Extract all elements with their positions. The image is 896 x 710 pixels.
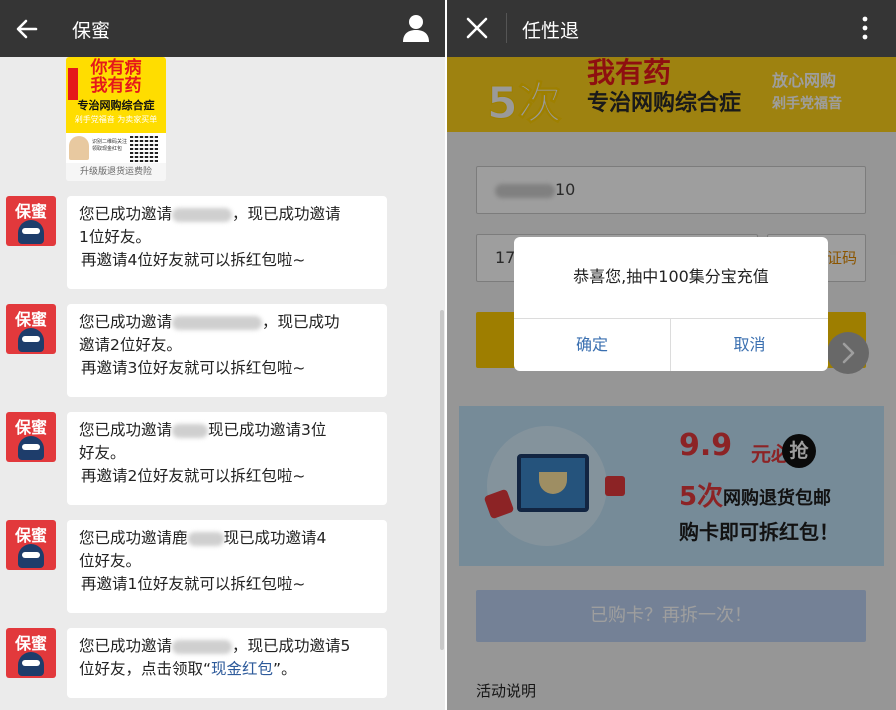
message-text: 您已成功邀请	[79, 637, 173, 655]
message-bubble[interactable]: 您已成功邀请 ，现已成功 邀请2位好友。 再邀请3位好友就可以拆红包啦~	[67, 304, 387, 397]
avatar[interactable]: 保蜜	[6, 412, 56, 462]
chat-title: 保蜜	[72, 20, 111, 42]
avatar-label: 保蜜	[14, 634, 47, 653]
redacted-name	[172, 315, 263, 330]
message-text: 邀请2位好友。	[79, 336, 182, 354]
poster-tagline: 剁手党福音 为卖家买单	[74, 115, 158, 124]
avatar-label: 保蜜	[14, 526, 47, 545]
avatar[interactable]: 保蜜	[6, 304, 56, 354]
poster-child-photo	[69, 136, 89, 160]
avatar-eyes	[22, 552, 40, 558]
message-text: 您已成功邀请	[79, 421, 173, 439]
avatar-eyes	[22, 228, 40, 234]
person-icon[interactable]	[400, 12, 432, 44]
poster-headline-line1: 你有病	[90, 58, 142, 78]
avatar-label: 保蜜	[14, 202, 47, 221]
message-text: 1位好友。	[79, 228, 151, 246]
qr-code-pattern	[130, 134, 158, 162]
avatar-label: 保蜜	[14, 310, 47, 329]
close-icon[interactable]	[463, 14, 491, 42]
redacted-name	[187, 531, 224, 546]
poster-qr-caption: 识别二维码关注 领取现金红包	[92, 139, 128, 152]
message-text: 再邀请3位好友就可以拆红包啦~	[81, 359, 306, 377]
topbar-separator	[506, 13, 507, 43]
message-text: 位好友。	[79, 552, 142, 570]
dialog-message: 恭喜您,抽中100集分宝充值	[573, 267, 769, 286]
redacted-name	[172, 207, 233, 222]
avatar-eyes	[22, 336, 40, 342]
message-text: 现已成功邀请4	[223, 529, 327, 547]
message-bubble[interactable]: 您已成功邀请鹿 现已成功邀请4 位好友。 再邀请1位好友就可以拆红包啦~	[67, 520, 387, 613]
message-text: 您已成功邀请	[79, 205, 173, 223]
chat-topbar: 保蜜	[0, 0, 445, 57]
avatar-eyes	[22, 660, 40, 666]
page-topbar: 任性退	[447, 0, 896, 57]
poster-headline-line2: 我有药	[90, 76, 142, 96]
more-vertical-icon[interactable]	[859, 14, 871, 42]
avatar[interactable]: 保蜜	[6, 196, 56, 246]
message-text: 您已成功邀请鹿	[79, 529, 188, 547]
message-text: 位好友，点击领取“	[79, 660, 212, 678]
message-text: ，现已成功	[262, 313, 340, 331]
message-bubble[interactable]: 您已成功邀请 ，现已成功邀请 1位好友。 再邀请4位好友就可以拆红包啦~	[67, 196, 387, 289]
arrow-left-icon[interactable]	[12, 14, 42, 44]
redacted-name	[172, 639, 233, 654]
confirm-button[interactable]: 确定	[514, 319, 670, 371]
message-bubble[interactable]: 您已成功邀请 ，现已成功邀请5 位好友，点击领取“现金红包”。	[67, 628, 387, 698]
red-packet-link[interactable]: 现金红包	[211, 660, 273, 678]
avatar[interactable]: 保蜜	[6, 628, 56, 678]
message-text: 再邀请4位好友就可以拆红包啦~	[81, 251, 306, 269]
message-text: 现已成功邀请3位	[208, 421, 327, 439]
message-text: ”。	[273, 660, 297, 678]
prize-dialog: 恭喜您,抽中100集分宝充值 确定 取消	[514, 237, 828, 371]
page-title: 任性退	[522, 20, 580, 42]
message-text: 再邀请2位好友就可以拆红包啦~	[81, 467, 306, 485]
cancel-button[interactable]: 取消	[671, 319, 828, 371]
message-text: ，现已成功邀请	[232, 205, 341, 223]
chat-scrollbar[interactable]	[440, 310, 444, 650]
message-text: ，现已成功邀请5	[232, 637, 351, 655]
redacted-name	[172, 423, 209, 438]
modal-overlay[interactable]	[447, 57, 896, 710]
poster-footer: 升级版退货运费险	[66, 163, 166, 181]
poster-subtitle: 专治网购综合症	[77, 99, 155, 112]
webpage-panel: 任性退 我有药 5次 专治网购综合症 放心网购 剁手党福音 10 17 证码 9…	[447, 0, 896, 710]
avatar-eyes	[22, 444, 40, 450]
shared-poster-image[interactable]: 你有病 我有药 专治网购综合症 剁手党福音 为卖家买单 识别二维码关注 领取现金…	[66, 57, 166, 181]
chat-panel: 保蜜 你有病 我有药 专治网购综合症 剁手党福音 为卖家买单 识别二维码关注 领…	[0, 0, 445, 710]
message-bubble[interactable]: 您已成功邀请 现已成功邀请3位 好友。 再邀请2位好友就可以拆红包啦~	[67, 412, 387, 505]
avatar-label: 保蜜	[14, 418, 47, 437]
poster-headline: 你有病 我有药	[66, 59, 166, 95]
message-text: 好友。	[79, 444, 126, 462]
avatar[interactable]: 保蜜	[6, 520, 56, 570]
message-text: 您已成功邀请	[79, 313, 173, 331]
message-text: 再邀请1位好友就可以拆红包啦~	[81, 575, 306, 593]
